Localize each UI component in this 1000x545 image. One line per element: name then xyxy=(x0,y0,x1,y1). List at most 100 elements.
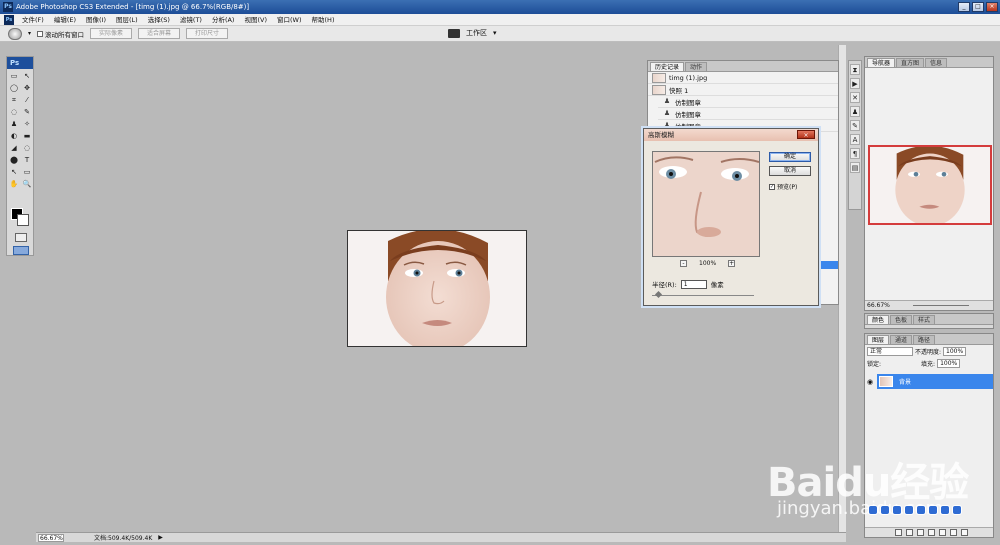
status-zoom[interactable]: 66.67% xyxy=(38,533,64,542)
new-group-icon[interactable] xyxy=(939,529,946,536)
cancel-button[interactable]: 取消 xyxy=(769,166,811,176)
opacity-input[interactable]: 100% xyxy=(943,346,967,356)
tab-layers[interactable]: 图层 xyxy=(867,335,890,344)
actual-pixels-button[interactable]: 实际像素 xyxy=(90,28,133,39)
blend-mode-select[interactable]: 正常 xyxy=(867,346,913,356)
hand-tool-icon[interactable]: ✋ xyxy=(8,179,20,190)
zoom-tool-icon[interactable]: 🔍 xyxy=(21,179,33,190)
history-snapshot-row[interactable]: 快照 1 xyxy=(648,84,838,96)
gradient-tool-icon[interactable]: ▬ xyxy=(21,131,33,142)
menu-file[interactable]: 文件(F) xyxy=(17,14,49,26)
layer-comps-icon[interactable]: ▤ xyxy=(850,162,860,173)
tray-icon[interactable] xyxy=(904,505,914,515)
magic-wand-tool-icon[interactable]: ✥ xyxy=(21,83,33,94)
layer-row-background[interactable]: 背景 xyxy=(877,374,993,389)
menu-filter[interactable]: 滤镜(T) xyxy=(175,14,207,26)
menu-analysis[interactable]: 分析(A) xyxy=(207,14,240,26)
close-button[interactable]: × xyxy=(986,2,998,12)
ok-button[interactable]: 确定 xyxy=(769,152,811,162)
quick-mask-button[interactable] xyxy=(15,233,27,242)
tab-paths[interactable]: 路径 xyxy=(913,335,936,344)
slice-tool-icon[interactable]: ⁄ xyxy=(21,95,33,106)
marquee-tool-icon[interactable]: ▭ xyxy=(8,71,20,82)
zoom-out-button[interactable]: - xyxy=(680,260,687,267)
tab-navigator[interactable]: 导航器 xyxy=(867,58,896,67)
tray-icon[interactable] xyxy=(880,505,890,515)
background-color-swatch[interactable] xyxy=(17,214,29,226)
tray-icon[interactable] xyxy=(868,505,878,515)
tray-icon[interactable] xyxy=(928,505,938,515)
navigator-zoom[interactable]: 66.67% xyxy=(867,302,890,309)
actions-panel-icon[interactable]: ▶ xyxy=(850,78,860,89)
link-layers-icon[interactable] xyxy=(895,529,902,536)
workspace-menu[interactable]: 工作区 ▾ xyxy=(448,28,497,38)
screen-mode-button[interactable] xyxy=(13,246,29,255)
path-selection-tool-icon[interactable]: ↖ xyxy=(8,167,20,178)
menu-edit[interactable]: 编辑(E) xyxy=(49,14,81,26)
pen-tool-icon[interactable]: ⬤ xyxy=(8,155,20,166)
scroll-all-windows-checkbox[interactable]: 滚动所有窗口 xyxy=(37,29,84,39)
shape-tool-icon[interactable]: ▭ xyxy=(21,167,33,178)
radius-input[interactable]: 1 xyxy=(680,279,707,289)
document-canvas[interactable] xyxy=(347,230,527,347)
adjustment-layer-icon[interactable] xyxy=(928,529,935,536)
clone-source-icon[interactable]: ♟ xyxy=(850,106,860,117)
crop-tool-icon[interactable]: ⌗ xyxy=(8,95,20,106)
zoom-in-button[interactable]: + xyxy=(728,260,736,267)
brushes-panel-icon[interactable]: ✎ xyxy=(850,120,860,131)
tab-actions[interactable]: 动作 xyxy=(685,62,708,71)
menu-view[interactable]: 视图(V) xyxy=(239,14,272,26)
eraser-tool-icon[interactable]: ◐ xyxy=(8,131,20,142)
maximize-button[interactable]: □ xyxy=(972,2,984,12)
tools-panel-icon[interactable]: ✕ xyxy=(850,92,860,103)
history-panel-icon[interactable]: ⧗ xyxy=(850,64,860,75)
tab-info[interactable]: 信息 xyxy=(925,58,948,67)
fit-screen-button[interactable]: 适合屏幕 xyxy=(138,28,181,39)
menu-layer[interactable]: 图层(L) xyxy=(111,14,143,26)
print-size-button[interactable]: 打印尺寸 xyxy=(186,28,229,39)
dodge-tool-icon[interactable]: ◌ xyxy=(21,143,33,154)
minimize-button[interactable]: _ xyxy=(958,2,970,12)
new-layer-icon[interactable] xyxy=(950,529,957,536)
tray-icon[interactable] xyxy=(940,505,950,515)
tab-channels[interactable]: 通道 xyxy=(890,335,913,344)
history-step-row[interactable]: ♟ 仿制图章 xyxy=(658,108,838,120)
history-brush-tool-icon[interactable]: ✧ xyxy=(21,119,33,130)
brush-tool-icon[interactable]: ✎ xyxy=(21,107,33,118)
tab-history[interactable]: 历史记录 xyxy=(650,62,685,71)
trash-icon[interactable] xyxy=(961,529,968,536)
chevron-down-icon[interactable]: ▾ xyxy=(28,30,31,37)
radius-slider-track[interactable] xyxy=(652,295,754,296)
character-panel-icon[interactable]: A xyxy=(850,134,860,145)
menu-select[interactable]: 选择(S) xyxy=(143,14,175,26)
blur-preview[interactable] xyxy=(652,151,760,257)
type-tool-icon[interactable]: T xyxy=(21,155,33,166)
tray-icon[interactable] xyxy=(916,505,926,515)
radius-slider-handle[interactable] xyxy=(654,290,663,299)
fx-icon[interactable] xyxy=(906,529,913,536)
tab-styles[interactable]: 样式 xyxy=(913,315,936,324)
eye-icon[interactable]: ◉ xyxy=(867,378,873,386)
hand-tool-preset-icon[interactable] xyxy=(8,27,22,40)
move-tool-icon[interactable]: ↖ xyxy=(21,71,33,82)
fill-input[interactable]: 100% xyxy=(937,358,961,368)
tab-color[interactable]: 颜色 xyxy=(867,315,890,324)
tray-icon[interactable] xyxy=(952,505,962,515)
preview-checkbox[interactable]: ✓ 预览(P) xyxy=(769,182,797,191)
history-source-row[interactable]: timg (1).jpg xyxy=(648,72,838,84)
menu-help[interactable]: 帮助(H) xyxy=(307,14,340,26)
history-step-row[interactable]: ♟ 仿制图章 xyxy=(658,96,838,108)
clone-stamp-tool-icon[interactable]: ♟ xyxy=(8,119,20,130)
blur-tool-icon[interactable]: ◢ xyxy=(8,143,20,154)
dialog-close-button[interactable]: × xyxy=(797,130,815,139)
tray-icon[interactable] xyxy=(892,505,902,515)
healing-brush-tool-icon[interactable]: ◌ xyxy=(8,107,20,118)
add-mask-icon[interactable] xyxy=(917,529,924,536)
menu-window[interactable]: 窗口(W) xyxy=(272,14,307,26)
menu-image[interactable]: 图像(I) xyxy=(81,14,111,26)
status-arrow-icon[interactable]: ▶ xyxy=(158,534,163,541)
paragraph-panel-icon[interactable]: ¶ xyxy=(850,148,860,159)
ps-menu-icon[interactable]: Ps xyxy=(4,14,14,25)
navigator-zoom-slider[interactable] xyxy=(913,305,969,306)
lasso-tool-icon[interactable]: ◯ xyxy=(8,83,20,94)
